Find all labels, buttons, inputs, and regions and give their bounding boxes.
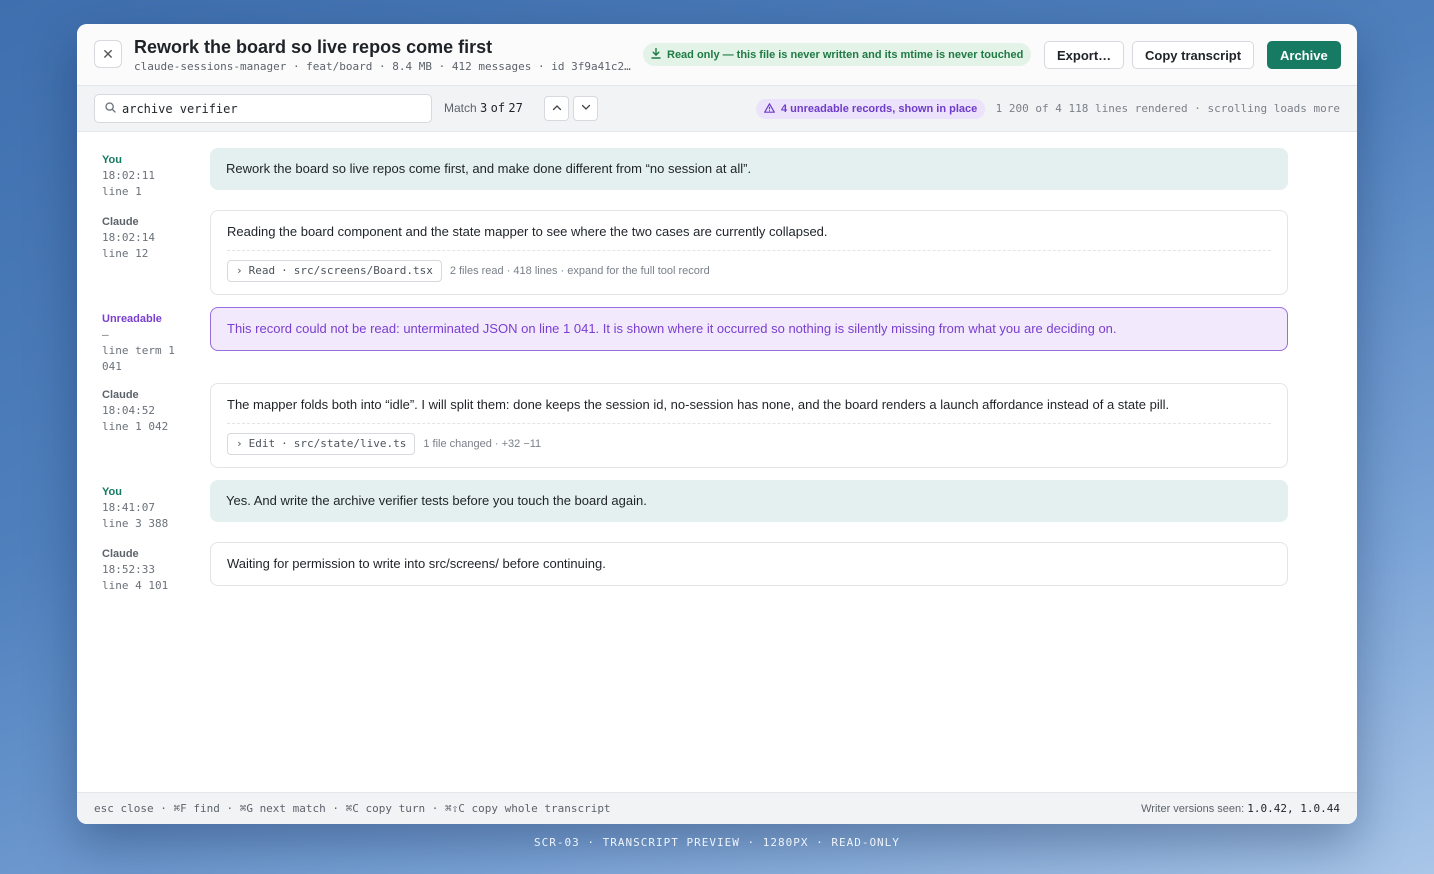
tool-record: › Edit · src/state/live.ts 1 file change… bbox=[227, 433, 1271, 455]
match-counter: Match 3 of 27 bbox=[444, 101, 523, 115]
search-field[interactable] bbox=[94, 94, 432, 123]
screen-caption: SCR-03 · TRANSCRIPT PREVIEW · 1280PX · R… bbox=[534, 836, 900, 849]
user-message: Yes. And write the archive verifier test… bbox=[210, 480, 1288, 522]
unreadable-records-text: 4 unreadable records, shown in place bbox=[781, 103, 978, 115]
assistant-message: The mapper folds both into “idle”. I wil… bbox=[210, 383, 1288, 468]
turn-meta: Unreadable – line term 1 041 bbox=[102, 311, 187, 375]
tool-path: src/state/live.ts bbox=[293, 437, 407, 450]
divider bbox=[227, 250, 1271, 251]
turn-line: line 4 101 bbox=[102, 579, 169, 592]
tool-name: Read bbox=[248, 264, 276, 277]
chevron-right-icon: › bbox=[236, 264, 243, 277]
turn-meta: Claude 18:02:14 line 12 bbox=[102, 214, 187, 262]
user-message: Rework the board so live repos come firs… bbox=[210, 148, 1288, 190]
tool-record: › Read · src/screens/Board.tsx 2 files r… bbox=[227, 260, 1271, 282]
tool-separator: · bbox=[281, 264, 288, 277]
message-text: Reading the board component and the stat… bbox=[227, 224, 828, 239]
message-text: This record could not be read: untermina… bbox=[227, 321, 1117, 336]
search-input[interactable] bbox=[122, 101, 412, 116]
turn-meta: You 18:02:11 line 1 bbox=[102, 152, 187, 200]
tool-record-toggle[interactable]: › Edit · src/state/live.ts bbox=[227, 433, 416, 455]
turn-author: You bbox=[102, 154, 122, 166]
archive-button[interactable]: Archive bbox=[1267, 41, 1341, 69]
previous-match-button[interactable] bbox=[544, 96, 569, 121]
turn-time: 18:02:14 bbox=[102, 231, 155, 244]
turn-line: line 1 042 bbox=[102, 420, 169, 433]
assistant-message: Reading the board component and the stat… bbox=[210, 210, 1288, 295]
next-match-button[interactable] bbox=[573, 96, 598, 121]
match-total: 27 bbox=[508, 101, 523, 115]
writer-versions-label: Writer versions seen: bbox=[1141, 803, 1245, 815]
turn-author: Unreadable bbox=[102, 313, 162, 325]
divider bbox=[227, 423, 1271, 424]
tool-path: src/screens/Board.tsx bbox=[293, 264, 433, 277]
message-text: Waiting for permission to write into src… bbox=[227, 556, 606, 571]
turn-time: 18:04:52 bbox=[102, 404, 155, 417]
transcript-preview-window: ✕ Rework the board so live repos come fi… bbox=[77, 24, 1357, 824]
writer-versions: Writer versions seen: 1.0.42, 1.0.44 bbox=[1141, 802, 1340, 815]
turn-line: line term 1 041 bbox=[102, 344, 175, 373]
turn-author: Claude bbox=[102, 216, 139, 228]
copy-transcript-button[interactable]: Copy transcript bbox=[1132, 41, 1255, 69]
message-text: Yes. And write the archive verifier test… bbox=[226, 493, 647, 508]
lines-rendered-info: 1 200 of 4 118 lines rendered · scrollin… bbox=[995, 102, 1340, 115]
chevron-down-icon bbox=[581, 103, 591, 114]
turn-meta: Claude 18:52:33 line 4 101 bbox=[102, 546, 187, 594]
turn-line: line 1 bbox=[102, 185, 142, 198]
message-text: Rework the board so live repos come firs… bbox=[226, 161, 752, 176]
transcript-list: You 18:02:11 line 1 Rework the board so … bbox=[77, 132, 1357, 792]
turn-meta: You 18:41:07 line 3 388 bbox=[102, 484, 187, 532]
turn-line: line 3 388 bbox=[102, 517, 169, 530]
footer: esc close · ⌘F find · ⌘G next match · ⌘C… bbox=[77, 792, 1357, 824]
keyboard-shortcuts: esc close · ⌘F find · ⌘G next match · ⌘C… bbox=[94, 802, 611, 815]
match-label: Match bbox=[444, 101, 477, 115]
export-button[interactable]: Export… bbox=[1044, 41, 1125, 69]
writer-versions-value: 1.0.42, 1.0.44 bbox=[1247, 802, 1340, 815]
turn-time: – bbox=[102, 328, 109, 341]
chevron-up-icon bbox=[552, 103, 562, 114]
unreadable-record: This record could not be read: untermina… bbox=[210, 307, 1288, 351]
turn-author: Claude bbox=[102, 389, 139, 401]
turn-meta: Claude 18:04:52 line 1 042 bbox=[102, 387, 187, 435]
turn-author: Claude bbox=[102, 548, 139, 560]
search-bar: Match 3 of 27 4 unreadable records, show… bbox=[77, 86, 1357, 132]
session-subtitle: claude-sessions-manager · feat/board · 8… bbox=[134, 60, 631, 73]
tool-note: 1 file changed · +32 −11 bbox=[423, 438, 542, 450]
match-current: 3 bbox=[480, 101, 488, 115]
turn-time: 18:02:11 bbox=[102, 169, 155, 182]
turn-line: line 12 bbox=[102, 247, 149, 260]
message-text: The mapper folds both into “idle”. I wil… bbox=[227, 397, 1170, 412]
tool-note: 2 files read · 418 lines · expand for th… bbox=[449, 265, 710, 277]
tool-record-toggle[interactable]: › Read · src/screens/Board.tsx bbox=[227, 260, 442, 282]
turn-author: You bbox=[102, 486, 122, 498]
close-button[interactable]: ✕ bbox=[94, 40, 122, 68]
turn-time: 18:41:07 bbox=[102, 501, 155, 514]
tool-separator: · bbox=[281, 437, 288, 450]
tool-name: Edit bbox=[248, 437, 276, 450]
search-icon bbox=[105, 100, 116, 118]
page-title: Rework the board so live repos come firs… bbox=[134, 37, 493, 57]
assistant-message: Waiting for permission to write into src… bbox=[210, 542, 1288, 586]
readonly-badge: Read only — this file is never written a… bbox=[643, 43, 1032, 66]
turn-time: 18:52:33 bbox=[102, 563, 155, 576]
chevron-right-icon: › bbox=[236, 437, 243, 450]
readonly-text: Read only — this file is never written a… bbox=[667, 48, 1024, 61]
match-of: of bbox=[490, 101, 506, 115]
header: ✕ Rework the board so live repos come fi… bbox=[77, 24, 1357, 86]
download-icon bbox=[651, 47, 661, 62]
unreadable-records-badge[interactable]: 4 unreadable records, shown in place bbox=[756, 99, 986, 119]
close-icon: ✕ bbox=[102, 45, 114, 62]
warning-icon bbox=[764, 102, 775, 116]
